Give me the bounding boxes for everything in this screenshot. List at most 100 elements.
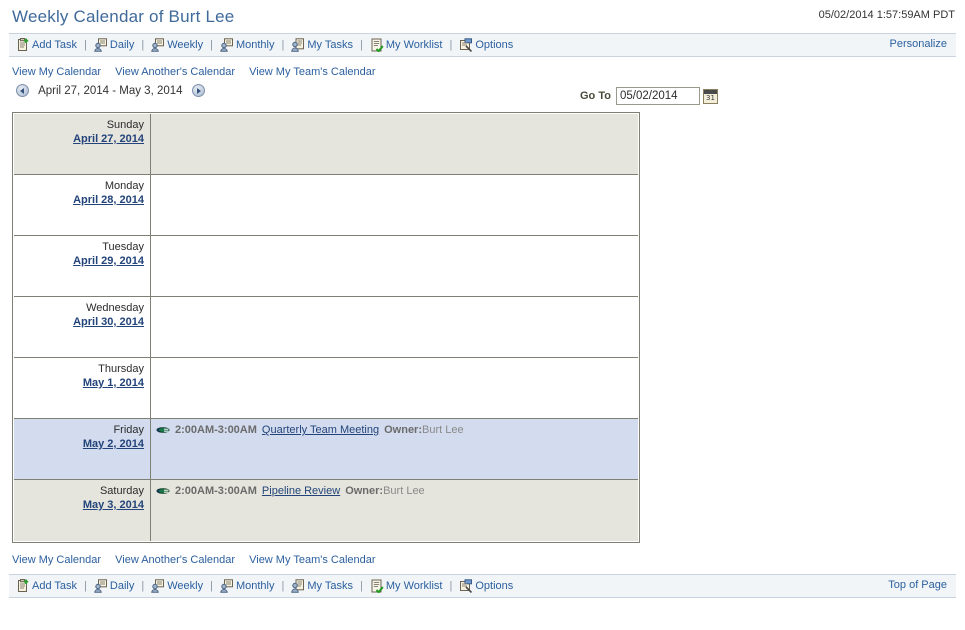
view-anothers-calendar-link[interactable]: View Another's Calendar <box>115 66 235 78</box>
day-date-link[interactable]: April 30, 2014 <box>73 315 144 329</box>
toolbar-item-label: Weekly <box>167 580 204 592</box>
toolbar-separator: | <box>210 580 213 592</box>
toolbar-separator: | <box>84 580 87 592</box>
toolbar-separator: | <box>141 580 145 592</box>
toolbar-item-my-tasks[interactable]: My Tasks <box>291 38 353 52</box>
day-events-cell[interactable] <box>151 175 638 235</box>
calendar-row: Thursday May 1, 2014 <box>14 358 638 419</box>
toolbar-item-add-task[interactable]: Add Task <box>16 38 77 52</box>
toolbar-item-options[interactable]: Options <box>459 38 513 53</box>
toolbar-item-label: My Worklist <box>385 39 443 51</box>
event-name-link[interactable]: Pipeline Review <box>262 484 340 499</box>
calendar-row: Monday April 28, 2014 <box>14 175 638 236</box>
goto-date-group: Go To <box>580 87 718 105</box>
calendar-event[interactable]: 2:00AM-3:00AM Quarterly Team Meeting Own… <box>156 423 638 438</box>
day-date-link[interactable]: May 3, 2014 <box>83 498 144 512</box>
monthly-icon <box>220 579 234 593</box>
toolbar-item-add-task-bottom[interactable]: Add Task <box>16 579 77 593</box>
toolbar-item-my-worklist-bottom[interactable]: My Worklist <box>370 579 443 594</box>
day-cell: Friday May 2, 2014 <box>14 419 151 479</box>
toolbar-item-monthly[interactable]: Monthly <box>220 38 275 52</box>
toolbar-item-weekly[interactable]: Weekly <box>151 38 203 52</box>
monthly-icon <box>220 38 234 52</box>
day-events-cell[interactable] <box>151 297 638 357</box>
day-date-link[interactable]: April 29, 2014 <box>73 254 144 268</box>
toolbar-item-options-bottom[interactable]: Options <box>459 579 514 594</box>
day-name: Wednesday <box>86 302 144 314</box>
options-icon <box>459 579 473 594</box>
toolbar-separator: | <box>281 580 285 592</box>
calendar-row: Saturday May 3, 2014 2:00AM-3:00AM Pipel… <box>14 480 638 541</box>
toolbar-item-label: Daily <box>109 39 135 51</box>
toolbar-item-weekly-bottom[interactable]: Weekly <box>151 579 203 593</box>
calendar-row: Tuesday April 29, 2014 <box>14 236 638 297</box>
day-cell: Sunday April 27, 2014 <box>14 114 151 174</box>
day-events-cell[interactable] <box>151 236 638 296</box>
toolbar-item-label: My Worklist <box>385 580 443 592</box>
toolbar-item-label: Options <box>475 580 514 592</box>
day-cell: Tuesday April 29, 2014 <box>14 236 151 296</box>
personalize-link[interactable]: Personalize <box>890 38 947 50</box>
day-events-cell[interactable] <box>151 114 638 174</box>
event-time: 2:00AM-3:00AM <box>175 424 257 436</box>
toolbar-bottom: Add Task | Daily | Weekly | Monthly | My… <box>9 574 956 598</box>
page-title: Weekly Calendar of Burt Lee <box>12 7 235 26</box>
meeting-icon <box>156 425 170 436</box>
weekly-calendar-grid: Sunday April 27, 2014 Monday April 28, 2… <box>12 112 640 543</box>
goto-label: Go To <box>580 90 611 102</box>
toolbar-item-daily-bottom[interactable]: Daily <box>94 579 134 593</box>
day-date-link[interactable]: April 28, 2014 <box>73 193 144 207</box>
toolbar-separator: | <box>210 39 213 51</box>
day-date-link[interactable]: May 2, 2014 <box>83 437 144 451</box>
view-anothers-calendar-link-bottom[interactable]: View Another's Calendar <box>115 554 235 566</box>
day-date-link[interactable]: May 1, 2014 <box>83 376 144 390</box>
toolbar-item-daily[interactable]: Daily <box>94 38 134 52</box>
toolbar-item-my-tasks-bottom[interactable]: My Tasks <box>291 579 353 593</box>
event-name-link[interactable]: Quarterly Team Meeting <box>262 423 379 438</box>
server-timestamp: 05/02/2014 1:57:59AM PDT <box>818 9 955 21</box>
day-events-cell[interactable]: 2:00AM-3:00AM Quarterly Team Meeting Own… <box>151 419 638 479</box>
toolbar-separator: | <box>84 39 87 51</box>
day-name: Thursday <box>98 363 144 375</box>
toolbar-item-my-worklist[interactable]: My Worklist <box>370 38 443 53</box>
add-task-icon <box>16 579 30 593</box>
week-range-label: April 27, 2014 - May 3, 2014 <box>38 84 183 97</box>
view-my-calendar-link[interactable]: View My Calendar <box>12 66 101 78</box>
toolbar-item-monthly-bottom[interactable]: Monthly <box>220 579 275 593</box>
toolbar-separator: | <box>360 580 363 592</box>
view-my-teams-calendar-link-bottom[interactable]: View My Team's Calendar <box>249 554 375 566</box>
event-owner-value: Burt Lee <box>422 424 464 436</box>
next-week-arrow-icon[interactable] <box>191 84 205 97</box>
day-name: Sunday <box>106 119 144 131</box>
toolbar-separator: | <box>449 580 453 592</box>
calendar-picker-icon[interactable] <box>702 88 718 104</box>
view-my-teams-calendar-link[interactable]: View My Team's Calendar <box>249 66 375 78</box>
top-of-page-link[interactable]: Top of Page <box>888 579 947 591</box>
day-events-cell[interactable]: 2:00AM-3:00AM Pipeline Review Owner: Bur… <box>151 480 638 541</box>
view-links-top: View My Calendar View Another's Calendar… <box>0 57 965 84</box>
weekly-icon <box>151 579 165 593</box>
toolbar-separator: | <box>360 39 363 51</box>
day-date-link[interactable]: April 27, 2014 <box>73 132 144 146</box>
toolbar-item-label: Add Task <box>32 580 78 592</box>
day-name: Saturday <box>99 485 144 497</box>
toolbar-top: Add Task | Daily | Weekly | Monthly | My… <box>9 33 956 57</box>
event-time: 2:00AM-3:00AM <box>175 485 257 497</box>
previous-week-arrow-icon[interactable] <box>16 84 29 97</box>
toolbar-item-label: My Tasks <box>307 39 353 51</box>
toolbar-item-label: Add Task <box>32 39 78 51</box>
my-worklist-icon <box>370 579 384 594</box>
calendar-event[interactable]: 2:00AM-3:00AM Pipeline Review Owner: Bur… <box>156 484 638 499</box>
day-cell: Saturday May 3, 2014 <box>14 480 151 541</box>
add-task-icon <box>16 38 30 52</box>
day-events-cell[interactable] <box>151 358 638 418</box>
my-tasks-icon <box>291 579 305 593</box>
day-name: Monday <box>104 180 144 192</box>
day-name: Friday <box>113 424 144 436</box>
view-my-calendar-link-bottom[interactable]: View My Calendar <box>12 554 101 566</box>
day-cell: Monday April 28, 2014 <box>14 175 151 235</box>
toolbar-separator: | <box>281 39 285 51</box>
goto-date-input[interactable] <box>615 87 700 105</box>
options-icon <box>459 38 473 53</box>
event-owner-label: Owner: <box>345 485 384 497</box>
